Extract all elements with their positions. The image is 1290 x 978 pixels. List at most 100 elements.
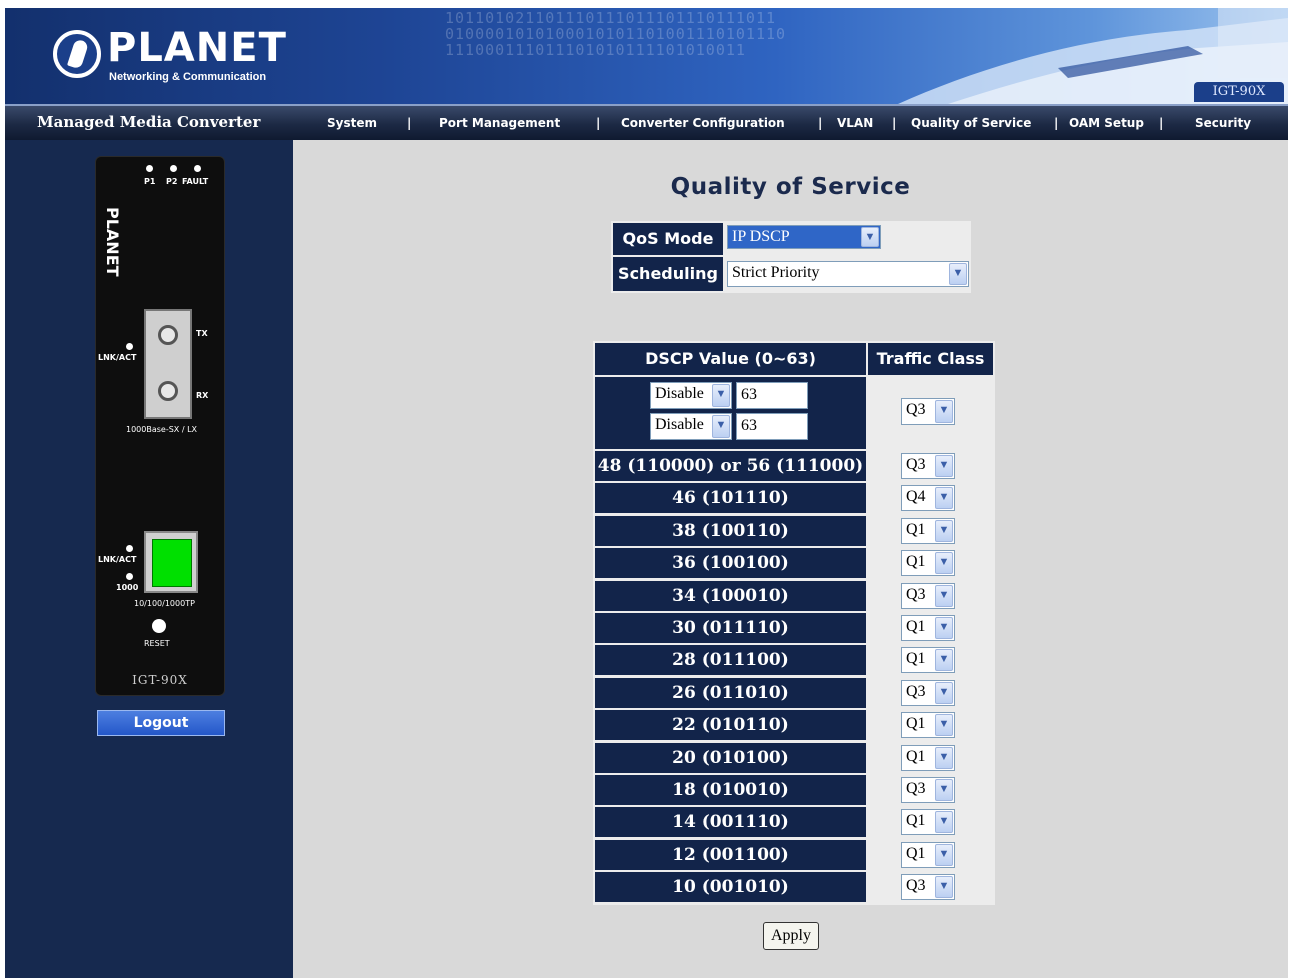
chevron-down-icon: ▼ bbox=[861, 227, 879, 247]
custom-dscp-mode-select[interactable]: Disable ▼ bbox=[650, 413, 732, 440]
traffic-class-value: Q1 bbox=[906, 650, 926, 668]
dscp-row-label: 18 (010010) bbox=[595, 775, 866, 805]
apply-button[interactable]: Apply bbox=[763, 922, 819, 950]
tx-port-icon bbox=[158, 325, 178, 345]
dscp-row-label: 34 (100010) bbox=[595, 580, 866, 611]
chevron-down-icon: ▼ bbox=[935, 876, 953, 899]
logo-mark-icon bbox=[53, 30, 101, 78]
traffic-class-select[interactable]: Q1 ▼ bbox=[901, 744, 955, 771]
p1-label: P1 bbox=[144, 177, 156, 186]
rj45-port-icon bbox=[152, 539, 192, 587]
chevron-down-icon: ▼ bbox=[935, 552, 953, 575]
tx-label: TX bbox=[196, 329, 208, 338]
traffic-class-select[interactable]: Q1 ▼ bbox=[901, 712, 955, 739]
logo-text: PLANET bbox=[107, 25, 287, 71]
traffic-class-value: Q1 bbox=[906, 618, 926, 635]
device-model: IGT-90X bbox=[132, 673, 188, 687]
traffic-class-select[interactable]: Q1 ▼ bbox=[901, 550, 955, 577]
traffic-class-select[interactable]: Q3 ▼ bbox=[901, 777, 955, 803]
chevron-down-icon: ▼ bbox=[935, 584, 953, 607]
chevron-down-icon: ▼ bbox=[935, 487, 953, 510]
traffic-class-header: Traffic Class bbox=[868, 343, 993, 375]
nav-separator: | bbox=[596, 116, 601, 130]
custom-traffic-class-value: Q3 bbox=[906, 401, 926, 418]
traffic-class-value: Q3 bbox=[906, 780, 926, 797]
chevron-down-icon: ▼ bbox=[935, 779, 953, 801]
dscp-row-label: 36 (100100) bbox=[595, 548, 866, 579]
rx-label: RX bbox=[196, 391, 209, 400]
planet-logo: PLANET Networking & Communication bbox=[53, 26, 286, 86]
traffic-class-value: Q4 bbox=[906, 488, 926, 506]
traffic-class-select[interactable]: Q4 ▼ bbox=[901, 485, 955, 512]
nav-port-management[interactable]: Port Management bbox=[439, 116, 560, 130]
p1-led-icon bbox=[146, 165, 153, 172]
traffic-class-select[interactable]: Q1 ▼ bbox=[901, 809, 955, 836]
dscp-row-label: 28 (011100) bbox=[595, 645, 866, 676]
traffic-class-select[interactable]: Q1 ▼ bbox=[901, 841, 955, 868]
rx-port-icon bbox=[158, 381, 178, 401]
traffic-class-select[interactable]: Q1 ▼ bbox=[901, 615, 955, 641]
chevron-down-icon: ▼ bbox=[935, 519, 953, 542]
p2-led-icon bbox=[170, 165, 177, 172]
traffic-class-select[interactable]: Q1 ▼ bbox=[901, 647, 955, 674]
nav-separator: | bbox=[1159, 116, 1164, 130]
traffic-class-value: Q1 bbox=[906, 715, 926, 733]
nav-vlan[interactable]: VLAN bbox=[837, 116, 873, 130]
chevron-down-icon: ▼ bbox=[935, 400, 953, 423]
fiber-type-label: 1000Base-SX / LX bbox=[126, 425, 198, 434]
nav-security[interactable]: Security bbox=[1195, 116, 1251, 130]
chevron-down-icon: ▼ bbox=[712, 415, 730, 438]
traffic-class-select[interactable]: Q3 ▼ bbox=[901, 453, 955, 479]
nav-oam-setup[interactable]: OAM Setup bbox=[1069, 116, 1144, 130]
traffic-class-value: Q1 bbox=[906, 844, 926, 862]
speed-1000-label: 1000 bbox=[116, 583, 139, 592]
dscp-row-label: 26 (011010) bbox=[595, 677, 866, 708]
custom-dscp-value-input[interactable]: 63 bbox=[736, 413, 808, 440]
fiber-link-led-icon bbox=[126, 343, 133, 350]
nav-quality-of-service[interactable]: Quality of Service bbox=[911, 116, 1031, 130]
traffic-class-value: Q3 bbox=[906, 682, 926, 700]
traffic-class-select[interactable]: Q1 ▼ bbox=[901, 517, 955, 544]
fault-label: FAULT bbox=[182, 177, 209, 186]
main-content: Quality of Service QoS Mode IP DSCP ▼ Sc… bbox=[293, 140, 1288, 978]
qos-mode-select[interactable]: IP DSCP ▼ bbox=[727, 225, 881, 249]
nav-converter-configuration[interactable]: Converter Configuration bbox=[621, 116, 785, 130]
chevron-down-icon: ▼ bbox=[935, 617, 953, 639]
chevron-down-icon: ▼ bbox=[935, 811, 953, 834]
nav-system[interactable]: System bbox=[327, 116, 377, 130]
dscp-row-label: 38 (100110) bbox=[595, 515, 866, 546]
fiber-port bbox=[144, 309, 192, 419]
product-name: Managed Media Converter bbox=[37, 113, 261, 131]
fault-led-icon bbox=[194, 165, 201, 172]
chevron-down-icon: ▼ bbox=[949, 263, 967, 285]
nav-separator: | bbox=[407, 116, 412, 130]
device-front-panel: P1 P2 FAULT PLANET LNK/ACT TX RX 1000Bas… bbox=[95, 156, 225, 696]
scheduling-select[interactable]: Strict Priority ▼ bbox=[727, 261, 969, 287]
custom-dscp-value-input[interactable]: 63 bbox=[736, 382, 808, 409]
dscp-row-label: 22 (010110) bbox=[595, 710, 866, 741]
header-banner: 101101021101110111011101110111011 0100001… bbox=[5, 8, 1288, 104]
chevron-down-icon: ▼ bbox=[935, 714, 953, 737]
qos-mode-label: QoS Mode bbox=[613, 223, 723, 255]
logout-button[interactable]: Logout bbox=[97, 710, 225, 736]
chevron-down-icon: ▼ bbox=[935, 746, 953, 769]
custom-dscp-mode-value: Disable bbox=[655, 416, 704, 433]
rj45-port bbox=[144, 531, 198, 593]
custom-dscp-mode-select[interactable]: Disable ▼ bbox=[650, 382, 732, 409]
chevron-down-icon: ▼ bbox=[712, 384, 730, 407]
dscp-row-label: 14 (001110) bbox=[595, 807, 866, 838]
scheduling-label: Scheduling bbox=[613, 257, 723, 291]
scheduling-value: Strict Priority bbox=[732, 264, 820, 281]
logo-tagline: Networking & Communication bbox=[109, 71, 267, 83]
chevron-down-icon: ▼ bbox=[935, 843, 953, 866]
dscp-row-label: 30 (011110) bbox=[595, 613, 866, 643]
traffic-class-select[interactable]: Q3 ▼ bbox=[901, 679, 955, 706]
traffic-class-value: Q3 bbox=[906, 877, 926, 895]
dscp-value-header: DSCP Value (0~63) bbox=[595, 343, 866, 375]
dscp-row-label: 10 (001010) bbox=[595, 872, 866, 903]
traffic-class-select[interactable]: Q3 ▼ bbox=[901, 582, 955, 609]
traffic-class-select[interactable]: Q3 ▼ bbox=[901, 874, 955, 901]
top-navigation: Managed Media Converter System | Port Ma… bbox=[5, 104, 1288, 140]
custom-traffic-class-select[interactable]: Q3 ▼ bbox=[901, 398, 955, 425]
reset-label: RESET bbox=[144, 639, 170, 648]
